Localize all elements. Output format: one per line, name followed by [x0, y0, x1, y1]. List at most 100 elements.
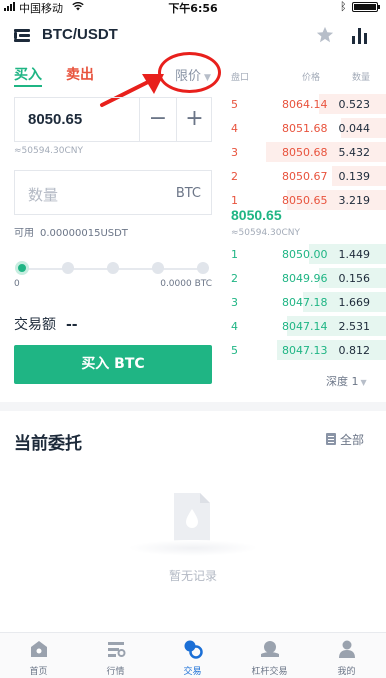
orderbook-level: 5: [231, 344, 238, 357]
orderbook-price: 8050.65: [282, 194, 328, 207]
price-decrease-button[interactable]: −: [139, 98, 176, 141]
orderbook-ask-row[interactable]: 2 8050.67 0.139: [226, 166, 386, 186]
star-icon[interactable]: [316, 26, 334, 44]
orderbook-qty: 3.219: [338, 194, 371, 207]
orderbook-level: 4: [231, 320, 238, 333]
caret-down-icon: ▼: [360, 378, 367, 387]
last-price-cny: ≈50594.30CNY: [231, 228, 300, 238]
nav-label-market: 行情: [106, 667, 125, 677]
status-bar: 中国移动 下午6:56 ᛒ: [0, 0, 386, 15]
all-orders-link[interactable]: 全部: [326, 431, 364, 448]
orderbook-header-qty: 数量: [352, 73, 371, 83]
orderbook-level: 2: [231, 272, 238, 285]
orderbook-level: 1: [231, 248, 238, 261]
empty-state-text: 暂无记录: [168, 569, 217, 583]
orderbook-bid-row[interactable]: 3 8047.18 1.669: [226, 292, 386, 312]
slider-stop-25[interactable]: [62, 262, 74, 274]
empty-document-icon: [174, 493, 210, 541]
orderbook-level: 3: [231, 146, 238, 159]
orderbook-price: 8050.67: [282, 170, 328, 183]
nav-label-profile: 我的: [337, 667, 356, 677]
last-price: 8050.65: [231, 207, 282, 223]
orderbook-level: 5: [231, 98, 238, 111]
trade-icon: [184, 640, 203, 659]
slider-stop-50[interactable]: [107, 262, 119, 274]
slider-stop-75[interactable]: [152, 262, 164, 274]
menu-icon[interactable]: [14, 29, 30, 43]
orderbook-price: 8050.68: [282, 146, 328, 159]
slider-min-label: 0: [14, 279, 20, 289]
orderbook-price: 8049.96: [282, 272, 328, 285]
document-icon: [326, 433, 336, 445]
orderbook-qty: 1.449: [338, 248, 371, 261]
trade-amount-label: 交易额: [14, 317, 56, 333]
orderbook-price: 8051.68: [282, 122, 328, 135]
available-label: 可用: [14, 228, 34, 239]
nav-item-profile[interactable]: 我的: [308, 633, 385, 678]
nav-item-market[interactable]: 行情: [77, 633, 154, 678]
orderbook-price: 8050.00: [282, 248, 328, 261]
orderbook-header-level: 盘口: [231, 73, 250, 83]
app-screen: 中国移动 下午6:56 ᛒ BTC/USDT 买入 卖出 限价 ▼ 8050.6…: [0, 0, 386, 678]
orderbook-qty: 0.812: [338, 344, 371, 357]
orderbook-qty: 1.669: [338, 296, 371, 309]
orderbook-bid-row[interactable]: 4 8047.14 2.531: [226, 316, 386, 336]
price-cny-estimate: ≈50594.30CNY: [14, 146, 83, 156]
chart-icon[interactable]: [351, 27, 369, 44]
orderbook-qty: 2.531: [338, 320, 371, 333]
current-orders-title: 当前委托: [14, 434, 82, 454]
orderbook-qty: 0.156: [338, 272, 371, 285]
margin-icon: [260, 641, 279, 657]
orderbook-bid-row[interactable]: 2 8049.96 0.156: [226, 268, 386, 288]
all-orders-label: 全部: [340, 433, 365, 447]
depth-selector[interactable]: 深度 1 ▼: [326, 373, 367, 389]
orderbook-level: 3: [231, 296, 238, 309]
orderbook-ask-row[interactable]: 5 8064.14 0.523: [226, 94, 386, 114]
tab-buy[interactable]: 买入: [14, 64, 42, 84]
orderbook-price: 8047.18: [282, 296, 328, 309]
slider-max-label: 0.0000 BTC: [160, 279, 212, 289]
orderbook-ask-row[interactable]: 4 8051.68 0.044: [226, 118, 386, 138]
home-icon: [30, 641, 47, 657]
trade-amount-value: --: [66, 317, 78, 333]
section-divider: [0, 402, 386, 411]
price-increase-button[interactable]: +: [176, 98, 212, 141]
pair-title[interactable]: BTC/USDT: [42, 26, 118, 43]
orderbook-qty: 0.523: [338, 98, 371, 111]
tab-buy-underline: [14, 85, 42, 87]
available-balance: 可用 0.00000015USDT: [14, 224, 128, 239]
nav-label-home: 首页: [29, 667, 48, 677]
depth-label: 深度 1: [326, 375, 359, 388]
quantity-unit: BTC: [175, 186, 201, 201]
slider-stop-100[interactable]: [197, 262, 209, 274]
battery-icon: [352, 2, 380, 12]
orderbook-price: 8047.13: [282, 344, 328, 357]
bottom-nav: 首页 行情 交易 杠杆交易 我的: [0, 632, 386, 678]
profile-icon: [338, 640, 355, 658]
orderbook-level: 2: [231, 170, 238, 183]
orderbook-ask-row[interactable]: 3 8050.68 5.432: [226, 142, 386, 162]
slider-handle[interactable]: [15, 261, 29, 275]
nav-item-trade[interactable]: 交易: [154, 633, 231, 678]
quantity-input[interactable]: 数量 BTC: [14, 170, 212, 215]
orderbook-bid-row[interactable]: 5 8047.13 0.812: [226, 340, 386, 360]
clock: 下午6:56: [168, 2, 218, 15]
orderbook-bid-row[interactable]: 1 8050.00 1.449: [226, 244, 386, 264]
nav-label-trade: 交易: [183, 667, 202, 677]
orderbook-price: 8064.14: [282, 98, 328, 111]
trade-amount: 交易额 --: [14, 314, 78, 334]
buy-btc-button[interactable]: 买入 BTC: [14, 345, 212, 384]
tab-sell[interactable]: 卖出: [66, 64, 94, 84]
orderbook-level: 4: [231, 122, 238, 135]
orderbook-qty: 0.139: [338, 170, 371, 183]
orderbook-price: 8047.14: [282, 320, 328, 333]
market-icon: [107, 642, 125, 657]
available-value: 0.00000015USDT: [40, 228, 128, 239]
nav-item-margin[interactable]: 杠杆交易: [231, 633, 308, 678]
price-input[interactable]: 8050.65 − +: [14, 97, 212, 142]
nav-label-margin: 杠杆交易: [251, 667, 288, 677]
price-value[interactable]: 8050.65: [28, 111, 82, 128]
quantity-placeholder: 数量: [28, 186, 59, 204]
nav-item-home[interactable]: 首页: [0, 633, 77, 678]
empty-shadow: [128, 540, 258, 556]
